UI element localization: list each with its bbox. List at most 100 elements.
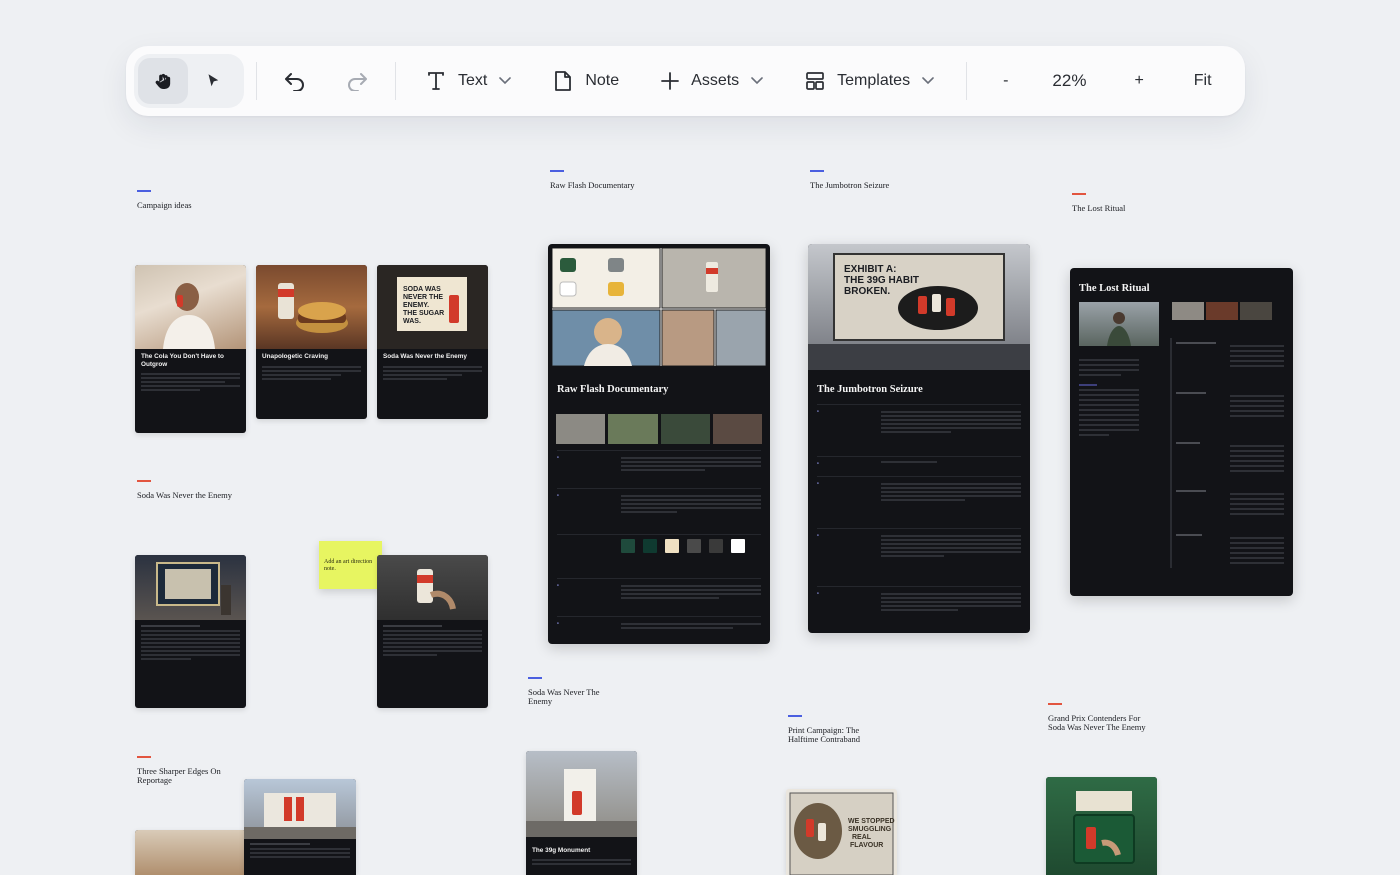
section-title: Print Campaign: The Halftime Contraband bbox=[788, 725, 860, 744]
card-photo bbox=[135, 555, 246, 620]
svg-text:SODA WAS: SODA WAS bbox=[403, 286, 441, 293]
zoom-in-button[interactable]: + bbox=[1134, 58, 1143, 104]
ooh-card[interactable] bbox=[377, 555, 488, 708]
svg-text:SMUGGLING: SMUGGLING bbox=[848, 826, 892, 833]
section-title: Raw Flash Documentary bbox=[550, 180, 635, 190]
templates-label: Templates bbox=[837, 72, 911, 89]
sticky-note-text: Add an art direction note. bbox=[324, 559, 373, 572]
doc-row: ● bbox=[557, 450, 761, 484]
pointer-icon bbox=[204, 72, 222, 90]
section-title: Soda Was Never The Enemy bbox=[528, 687, 600, 706]
stunt-card[interactable]: The 39g Monument bbox=[526, 751, 637, 875]
premise-column bbox=[1079, 356, 1139, 556]
hero-photo bbox=[1079, 302, 1159, 346]
doc-title: Raw Flash Documentary bbox=[557, 384, 669, 395]
note-tool-label: Note bbox=[585, 72, 620, 89]
section-title: The Jumbotron Seizure bbox=[810, 180, 890, 190]
svg-text:THE SUGAR: THE SUGAR bbox=[403, 310, 444, 317]
card-photo bbox=[135, 265, 246, 349]
stunt-card[interactable] bbox=[1046, 777, 1157, 875]
idea-card[interactable]: Unapologetic Craving bbox=[256, 265, 367, 419]
svg-text:WE STOPPED: WE STOPPED bbox=[848, 818, 895, 825]
print-card[interactable]: WE STOPPED SMUGGLING REAL FLAVOUR bbox=[786, 789, 897, 875]
section-soda-enemy-2: Soda Was Never The Enemy bbox=[528, 677, 608, 706]
card-photo bbox=[377, 555, 488, 620]
sticky-note[interactable]: Add an art direction note. bbox=[319, 541, 382, 589]
hero-photo: EXHIBIT A: THE 39G HABIT BROKEN. bbox=[808, 244, 1030, 370]
assets-label: Assets bbox=[691, 72, 740, 89]
doc-title: The Jumbotron Seizure bbox=[817, 384, 923, 395]
divider bbox=[256, 62, 257, 100]
note-icon bbox=[553, 70, 573, 92]
svg-text:BROKEN.: BROKEN. bbox=[844, 286, 890, 297]
zoom-level[interactable]: 22% bbox=[1052, 58, 1086, 104]
svg-text:ENEMY.: ENEMY. bbox=[403, 302, 429, 309]
reference-strip bbox=[556, 414, 762, 444]
svg-text:FLAVOUR: FLAVOUR bbox=[850, 842, 883, 849]
idea-card[interactable]: SODA WAS NEVER THE ENEMY. THE SUGAR WAS. Sod… bbox=[377, 265, 488, 419]
select-tool-button[interactable] bbox=[188, 58, 238, 104]
assets-button[interactable]: Assets bbox=[661, 58, 763, 104]
section-three-edges: Three Sharper Edges On Reportage bbox=[137, 756, 227, 785]
section-soda-enemy: Soda Was Never the Enemy bbox=[137, 480, 232, 500]
doc-row: ● bbox=[557, 578, 761, 614]
doc-jumbotron[interactable]: EXHIBIT A: THE 39G HABIT BROKEN. The Jum… bbox=[808, 244, 1030, 633]
section-title: The Lost Ritual bbox=[1072, 203, 1126, 213]
hand-tool-button[interactable] bbox=[138, 58, 188, 104]
doc-row: ● bbox=[557, 488, 761, 538]
plus-icon bbox=[661, 72, 680, 90]
ooh-card[interactable] bbox=[135, 555, 246, 708]
card-photo bbox=[1046, 777, 1157, 875]
thumb-strip bbox=[1172, 302, 1272, 320]
doc-title: The Lost Ritual bbox=[1079, 283, 1150, 294]
doc-row: ● bbox=[557, 616, 761, 640]
card-photo bbox=[244, 779, 356, 839]
card-title: The Cola You Don't Have to Outgrow bbox=[141, 353, 224, 368]
text-icon bbox=[426, 71, 446, 91]
card-title: Soda Was Never the Enemy bbox=[383, 353, 467, 360]
card-body bbox=[383, 366, 482, 380]
section-grand-prix: Grand Prix Contenders For Soda Was Never… bbox=[1048, 703, 1148, 732]
hand-icon bbox=[153, 71, 173, 91]
chevron-down-icon bbox=[922, 77, 934, 85]
undo-button[interactable] bbox=[283, 58, 307, 104]
card-body bbox=[262, 366, 361, 380]
section-raw-flash: Raw Flash Documentary bbox=[550, 170, 635, 190]
doc-lost-ritual[interactable]: The Lost Ritual bbox=[1070, 268, 1293, 596]
tool-group bbox=[134, 54, 244, 108]
chevron-down-icon bbox=[499, 77, 512, 85]
section-campaign-ideas: Campaign ideas bbox=[137, 190, 192, 210]
note-tool-button[interactable]: Note bbox=[553, 58, 619, 104]
visual-card[interactable] bbox=[244, 779, 356, 875]
redo-button[interactable] bbox=[345, 58, 369, 104]
toolbar: Text Note Assets Templates - 22% + Fit bbox=[126, 46, 1245, 116]
zoom-out-button[interactable]: - bbox=[1003, 58, 1008, 104]
svg-text:REAL: REAL bbox=[852, 834, 872, 841]
doc-row: ● bbox=[817, 528, 1021, 584]
text-tool-button[interactable]: Text bbox=[426, 58, 512, 104]
section-jumbotron: The Jumbotron Seizure bbox=[810, 170, 889, 190]
section-title: Soda Was Never the Enemy bbox=[137, 490, 232, 500]
section-lost-ritual: The Lost Ritual bbox=[1072, 193, 1125, 213]
card-photo bbox=[256, 265, 367, 349]
section-title: Campaign ideas bbox=[137, 200, 192, 210]
doc-row: ● bbox=[817, 586, 1021, 630]
moodboard bbox=[552, 248, 766, 366]
section-title: Three Sharper Edges On Reportage bbox=[137, 766, 221, 785]
templates-button[interactable]: Templates bbox=[805, 58, 934, 104]
print-artwork: WE STOPPED SMUGGLING REAL FLAVOUR bbox=[789, 792, 895, 875]
visual-card[interactable] bbox=[135, 830, 246, 875]
svg-text:THE 39G HABIT: THE 39G HABIT bbox=[844, 275, 919, 286]
text-tool-label: Text bbox=[458, 72, 488, 89]
idea-card[interactable]: The Cola You Don't Have to Outgrow bbox=[135, 265, 246, 433]
card-body bbox=[250, 843, 350, 858]
card-photo bbox=[135, 830, 246, 875]
undo-icon bbox=[283, 71, 307, 91]
doc-raw-flash[interactable]: Raw Flash Documentary ● ● ● ● bbox=[548, 244, 770, 644]
chevron-down-icon bbox=[751, 77, 763, 85]
svg-text:WAS.: WAS. bbox=[403, 318, 421, 325]
card-body bbox=[141, 373, 240, 391]
divider bbox=[395, 62, 396, 100]
fit-button[interactable]: Fit bbox=[1194, 58, 1212, 104]
card-photo: SODA WAS NEVER THE ENEMY. THE SUGAR WAS. bbox=[377, 265, 488, 349]
